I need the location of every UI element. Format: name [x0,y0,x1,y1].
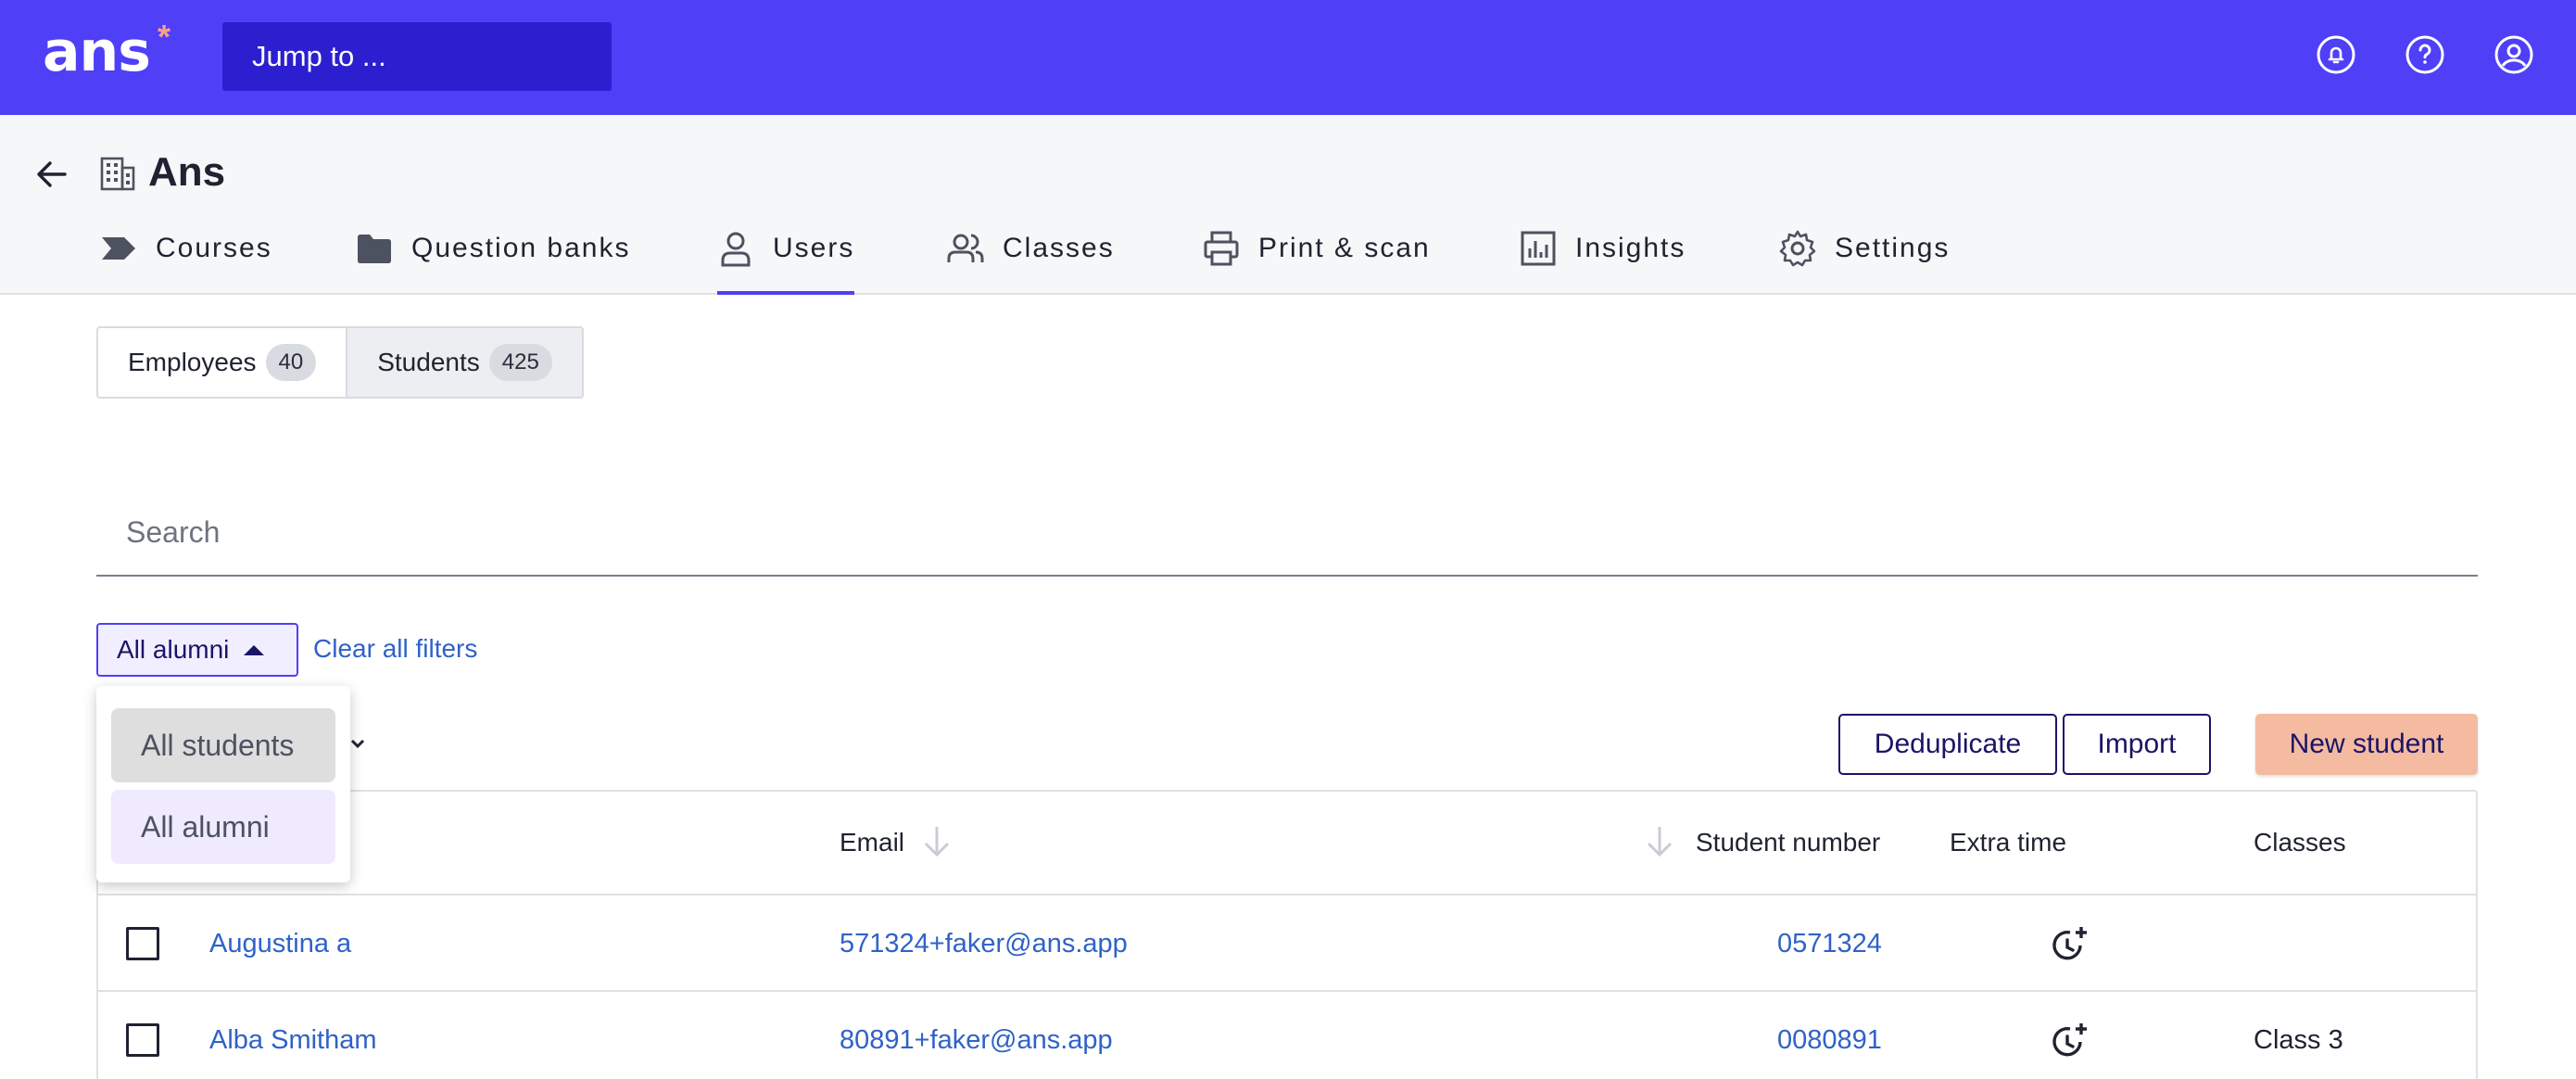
user-icon [721,232,751,267]
gear-icon [1779,230,1816,267]
tab-label: Classes [1003,233,1115,263]
column-extra-time: Extra time [1950,828,2067,857]
segment-students[interactable]: Students 425 [346,328,582,397]
student-email-link[interactable]: 80891+faker@ans.app [840,1023,1113,1057]
students-table: Email Student number Extra time Classes … [96,790,2478,1079]
tab-label: Print & scan [1258,233,1431,263]
tab-users[interactable]: Users [717,224,855,295]
column-classes: Classes [2254,828,2346,857]
add-extra-time-icon[interactable] [2050,1020,2090,1060]
count-badge: 425 [488,344,552,381]
tab-question-banks[interactable]: Question banks [356,224,630,295]
count-badge: 40 [265,344,317,381]
segment-label: Students [377,348,480,376]
tab-label: Question banks [411,233,631,263]
top-bar: ans * Jump to ... [0,0,2576,115]
table-row: Augustina a 571324+faker@ans.app 0571324 [98,895,2476,992]
new-student-button[interactable]: New student [2255,714,2478,775]
printer-icon [1204,231,1239,266]
tab-insights[interactable]: Insights [1520,224,1686,295]
page-header: Ans Courses Question banks Users Classes… [0,115,2576,295]
table-row: Alba Smitham 80891+faker@ans.app 0080891… [98,992,2476,1079]
tab-classes[interactable]: Classes [947,224,1115,295]
caret-up-icon [244,644,265,655]
tab-label: Settings [1835,233,1951,263]
option-all-students[interactable]: All students [111,708,335,782]
jump-to-search[interactable]: Jump to ... [222,22,612,91]
alumni-filter-dropdown: All students All alumni [96,686,350,882]
sort-arrow-icon[interactable] [1644,823,1675,860]
student-name-link[interactable]: Alba Smitham [209,1023,377,1057]
help-icon[interactable] [2404,33,2446,76]
add-extra-time-icon[interactable] [2050,923,2090,964]
page-title: Ans [148,149,226,195]
search-input[interactable] [96,489,2478,577]
tab-settings[interactable]: Settings [1779,224,1950,295]
logo-mark: * [158,18,171,56]
tab-label: Courses [156,233,272,263]
clear-filters-link[interactable]: Clear all filters [313,634,477,664]
column-email[interactable]: Email [840,827,904,858]
deduplicate-button[interactable]: Deduplicate [1838,714,2057,775]
student-name-link[interactable]: Augustina a [209,927,351,960]
row-checkbox[interactable] [126,927,159,960]
sort-arrow-icon[interactable] [921,823,953,860]
building-icon [100,157,135,191]
account-icon[interactable] [2493,33,2535,76]
student-email-link[interactable]: 571324+faker@ans.app [840,927,1128,960]
folder-icon [358,235,391,263]
tab-label: Users [773,233,855,263]
tab-print-scan[interactable]: Print & scan [1203,224,1431,295]
chart-icon [1521,231,1556,266]
segment-label: Employees [128,348,257,376]
users-icon [947,234,984,262]
course-tag-icon [102,237,135,260]
student-number-link[interactable]: 0080891 [1777,1023,1882,1057]
user-type-toggle: Employees 40 Students 425 [96,326,584,399]
import-button[interactable]: Import [2063,714,2211,775]
option-all-alumni[interactable]: All alumni [111,790,335,864]
segment-employees[interactable]: Employees 40 [98,328,347,397]
student-number-link[interactable]: 0571324 [1777,927,1882,960]
tab-courses[interactable]: Courses [100,224,272,295]
tab-label: Insights [1575,233,1686,263]
filter-label: All alumni [117,635,230,664]
app-logo[interactable]: ans [43,22,151,82]
column-student-number[interactable]: Student number [1696,827,1880,858]
back-arrow-icon[interactable] [33,156,70,193]
bell-icon[interactable] [2315,33,2357,76]
row-checkbox[interactable] [126,1023,159,1057]
alumni-filter-button[interactable]: All alumni [96,623,298,677]
student-classes: Class 3 [2254,1025,2343,1055]
table-header: Email Student number Extra time Classes [98,792,2476,895]
